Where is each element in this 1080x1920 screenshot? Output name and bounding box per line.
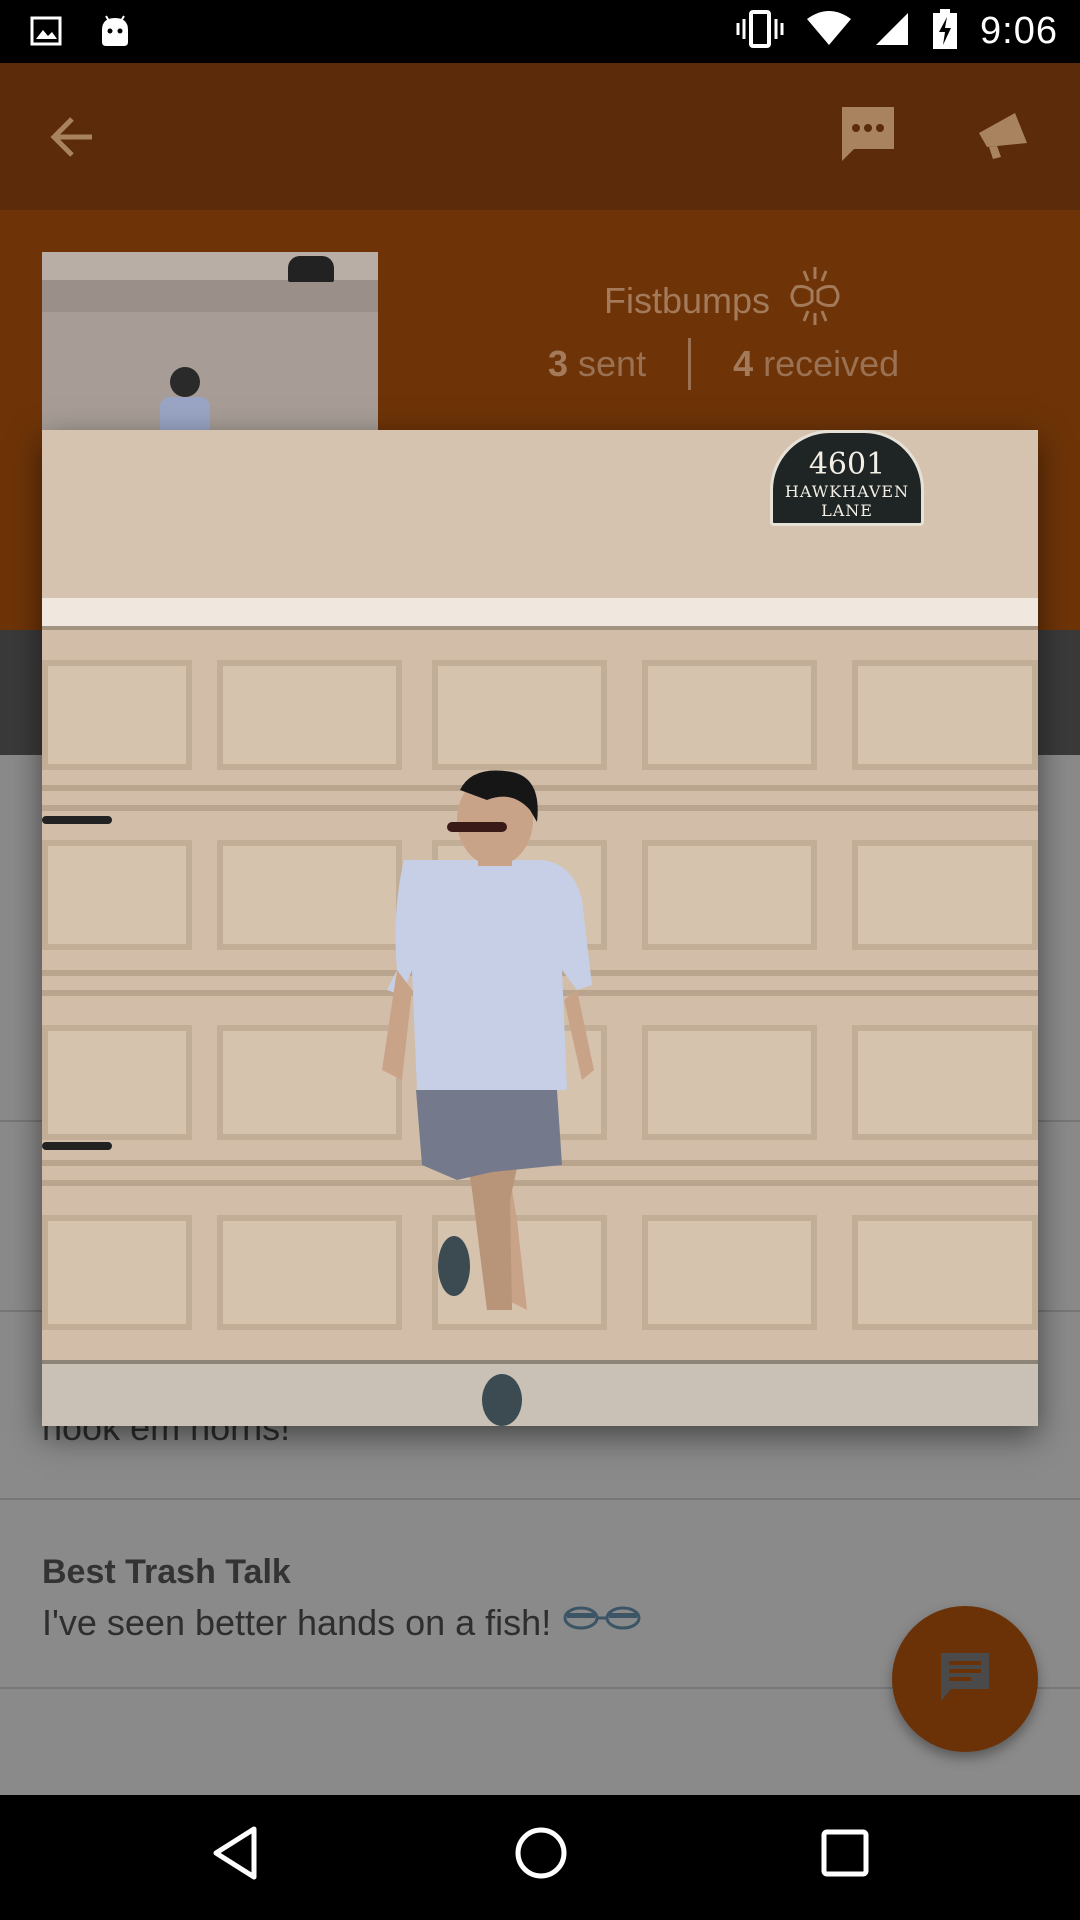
person-figure [382,770,594,1426]
app-bar [0,63,1080,210]
fistbumps-heading: Fistbumps [604,265,846,336]
list-divider [0,1498,1080,1500]
navigation-bar [0,1795,1080,1920]
status-bar: 9:06 [0,0,1080,63]
recents-nav-icon[interactable] [820,1828,870,1883]
sent-label: sent [578,343,647,384]
megaphone-icon[interactable] [975,107,1031,168]
received-count: 4 [733,343,754,384]
status-clock: 9:06 [980,9,1058,52]
fish-emoji-icon [561,1601,651,1644]
received-label: received [763,343,900,384]
back-arrow-icon[interactable] [44,107,104,172]
battery-charging-icon [932,8,958,54]
compose-message-button[interactable] [892,1606,1038,1752]
enlarged-profile-photo[interactable]: 4601 HAWKHAVEN LANE [42,430,1038,1426]
profile-photo-thumbnail[interactable] [42,252,378,432]
fistbump-icon [784,265,846,336]
chat-icon[interactable] [838,103,898,168]
list-item-title: Best Trash Talk [42,1553,291,1591]
back-nav-icon[interactable] [210,1825,260,1886]
cell-signal-icon [874,11,910,52]
thumbnail-address-plaque [288,256,334,282]
sent-count: 3 [548,343,569,384]
wifi-icon [806,10,852,52]
list-item-text: I've seen better hands on a fish! [42,1601,552,1643]
home-nav-icon[interactable] [513,1825,569,1886]
image-notification-icon [30,15,62,52]
vibrate-icon [736,9,784,54]
android-notification-icon [98,14,132,53]
fistbumps-label: Fistbumps [604,279,771,321]
fistbump-stats: 3 sent 4 received [548,338,899,390]
message-icon [937,1649,993,1710]
stats-divider [688,338,692,390]
list-item-text-row: I've seen better hands on a fish! [42,1601,651,1644]
